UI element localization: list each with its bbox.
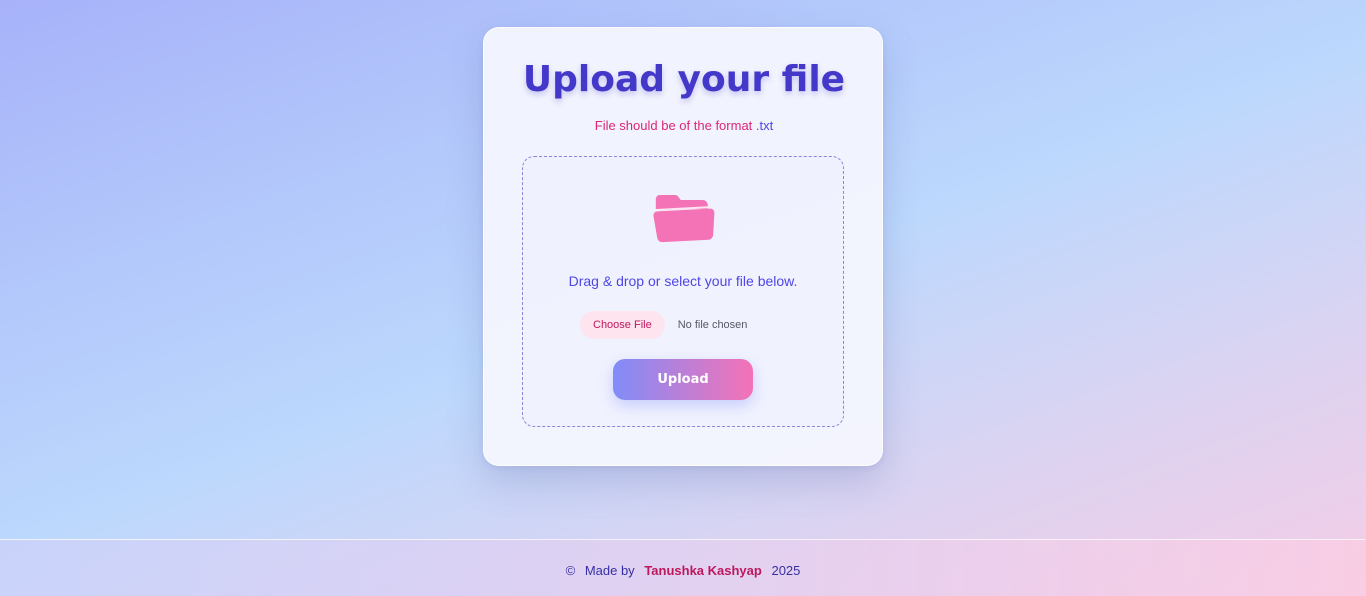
- upload-button[interactable]: Upload: [613, 359, 753, 400]
- choose-file-button[interactable]: Choose File: [580, 311, 665, 339]
- footer: © Made by Tanushka Kashyap 2025: [0, 539, 1366, 596]
- page-title: Upload your file: [522, 59, 846, 100]
- drop-zone[interactable]: Drag & drop or select your file below. C…: [522, 156, 844, 427]
- footer-credit: © Made by Tanushka Kashyap 2025: [0, 562, 1366, 580]
- footer-year: 2025: [771, 563, 801, 578]
- format-hint: File should be of the format .txt: [484, 117, 884, 135]
- author-name: Tanushka Kashyap: [644, 563, 762, 578]
- folder-icon: [653, 195, 715, 243]
- made-by-label: Made by: [584, 563, 635, 578]
- upload-card: Upload your file File should be of the f…: [483, 27, 883, 466]
- copyright-symbol: ©: [565, 563, 576, 578]
- format-hint-text: File should be of the format: [594, 118, 756, 133]
- drop-instruction: Drag & drop or select your file below.: [568, 273, 798, 289]
- file-status: No file chosen: [677, 319, 748, 331]
- title-wrap: Upload your file: [484, 57, 884, 103]
- format-extension: .txt: [755, 118, 774, 133]
- file-input[interactable]: Choose File No file chosen: [580, 311, 747, 339]
